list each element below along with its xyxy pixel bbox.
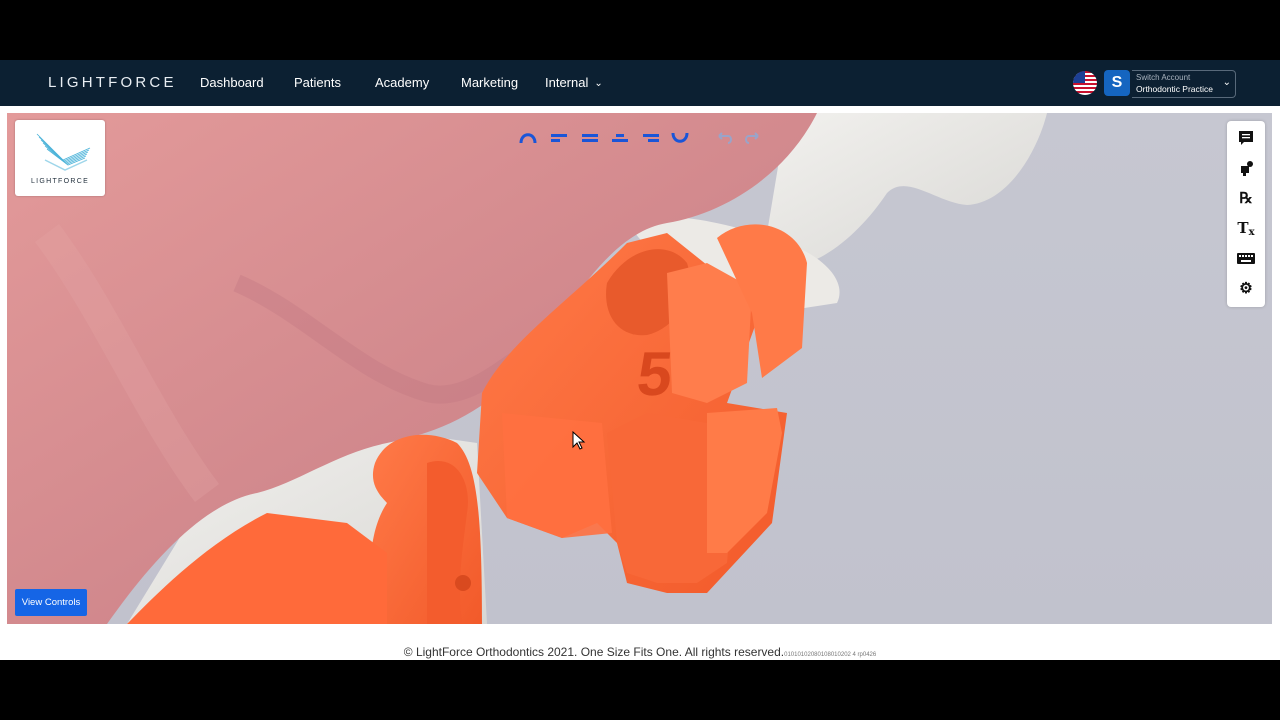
align-bottom-icon[interactable] [610,130,630,146]
tooth-upper [767,113,1047,263]
logo-text: LIGHTFORCE [30,178,90,185]
align-bottom-alt-icon[interactable] [641,130,661,146]
chevron-down-icon: ⌄ [1222,77,1231,88]
nav-dashboard[interactable]: Dashboard [200,75,264,90]
chevron-down-icon: ⌄ [594,78,603,89]
top-nav: LIGHTFORCE Dashboard Patients Academy Ma… [0,60,1280,106]
switch-account-dropdown[interactable]: Switch Account Orthodontic Practice ⌄ [1132,70,1236,98]
brand-logo[interactable]: LIGHTFORCE [48,74,177,91]
switch-account-label: Switch Account [1136,73,1191,82]
footer: © LightForce Orthodontics 2021. One Size… [0,645,1280,659]
nav-marketing[interactable]: Marketing [461,75,518,90]
nav-internal[interactable]: Internal ⌄ [545,75,603,90]
footer-build-id: 01010102080108010202 4 rp0426 [784,652,877,658]
settings-icon[interactable]: ⚙ [1235,277,1257,299]
footer-copyright: © LightForce Orthodontics 2021. One Size… [403,645,785,659]
redo-icon[interactable] [743,130,763,146]
align-top-icon[interactable] [549,130,569,146]
paint-icon[interactable] [1235,157,1257,179]
arch-bottom-icon[interactable] [670,130,690,146]
undo-icon[interactable] [714,130,734,146]
arch-top-icon[interactable] [518,130,538,146]
keyboard-icon[interactable] [1235,247,1257,269]
right-tool-panel: ℞ Tx ⚙ [1227,121,1265,307]
nav-patients[interactable]: Patients [294,75,341,90]
practice-name: Orthodontic Practice [1136,84,1214,94]
us-flag-icon[interactable] [1073,71,1097,95]
view-controls-button[interactable]: View Controls [15,589,87,616]
3d-viewer-canvas[interactable]: 5 [7,113,1272,624]
nav-internal-label: Internal [545,75,589,90]
dental-model-render: 5 [7,113,1047,624]
nav-academy[interactable]: Academy [375,75,429,90]
mouse-cursor-icon [572,431,586,450]
lightforce-logo-card: LIGHTFORCE [15,120,105,196]
align-middle-icon[interactable] [580,130,600,146]
bracket-hole [455,575,471,591]
account-avatar[interactable]: S [1104,70,1130,96]
bracket-number-label: 5 [634,340,676,409]
comment-icon[interactable] [1235,127,1257,149]
tx-icon[interactable]: Tx [1235,217,1257,239]
lightforce-logo-icon [36,133,91,171]
rx-icon[interactable]: ℞ [1235,187,1257,209]
